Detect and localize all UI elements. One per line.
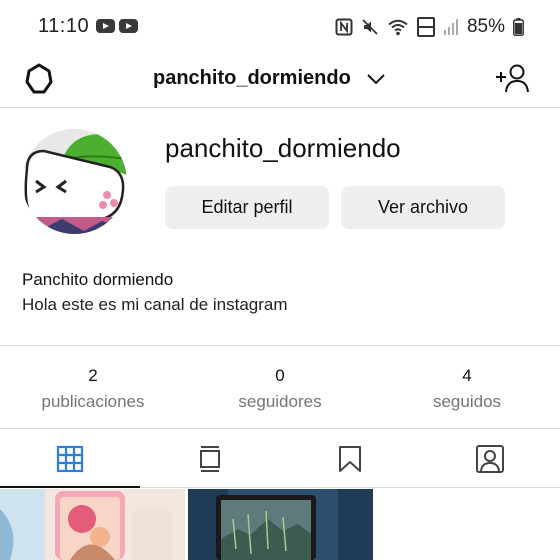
post-thumbnail-image (188, 489, 373, 560)
grid-icon (56, 445, 84, 473)
battery-percent: 85% (466, 16, 505, 37)
stat-posts-count: 2 (88, 366, 98, 385)
tab-guides[interactable] (140, 430, 280, 488)
tab-tagged[interactable] (420, 430, 560, 488)
avatar-image (22, 129, 127, 234)
tab-grid[interactable] (0, 430, 140, 488)
view-archive-button[interactable]: Ver archivo (341, 186, 505, 229)
avatar[interactable] (22, 129, 127, 234)
nfc-icon (335, 18, 353, 36)
header-username[interactable]: panchito_dormiendo (153, 67, 351, 90)
volte-icon (416, 17, 435, 37)
stat-posts[interactable]: 2 publicaciones (13, 366, 173, 412)
chevron-down-icon[interactable] (365, 68, 387, 90)
settings-icon[interactable] (22, 62, 56, 96)
post-thumbnail-image (0, 489, 185, 560)
profile-tabs (0, 430, 560, 488)
stat-following-label: seguidos (432, 392, 502, 411)
stat-followers[interactable]: 0 seguidores (200, 366, 360, 412)
app-header: panchito_dormiendo (0, 52, 560, 108)
tagged-user-icon (476, 445, 504, 473)
profile-username: panchito_dormiendo (165, 133, 401, 163)
stat-followers-label: seguidores (238, 392, 322, 411)
edit-profile-button[interactable]: Editar perfil (165, 186, 329, 229)
profile-stats: 2 publicaciones 0 seguidores 4 seguidos (0, 345, 560, 429)
stat-posts-label: publicaciones (41, 392, 145, 411)
youtube-icon (96, 19, 115, 33)
stat-followers-count: 0 (275, 366, 285, 385)
signal-icon (443, 19, 458, 35)
stat-following-count: 4 (462, 366, 472, 385)
battery-icon (513, 18, 524, 36)
post-thumbnail[interactable] (188, 489, 373, 560)
add-user-icon[interactable] (494, 62, 530, 94)
status-time: 11:10 (38, 15, 90, 37)
youtube-icon (119, 19, 138, 33)
status-bar: 11:10 85% (0, 0, 560, 52)
posts-grid (0, 489, 560, 560)
post-thumbnail[interactable] (0, 489, 185, 560)
profile-bio: Hola este es mi canal de instagram (22, 295, 288, 314)
profile-display-name: Panchito dormiendo (22, 270, 174, 289)
mute-icon (362, 19, 378, 35)
active-tab-indicator (0, 486, 140, 488)
bookmark-icon (339, 446, 361, 472)
status-icons: 85% (335, 14, 524, 40)
stat-following[interactable]: 4 seguidos (387, 366, 547, 412)
wifi-icon (388, 19, 408, 36)
guide-icon (200, 446, 220, 472)
tab-saved[interactable] (280, 430, 420, 488)
